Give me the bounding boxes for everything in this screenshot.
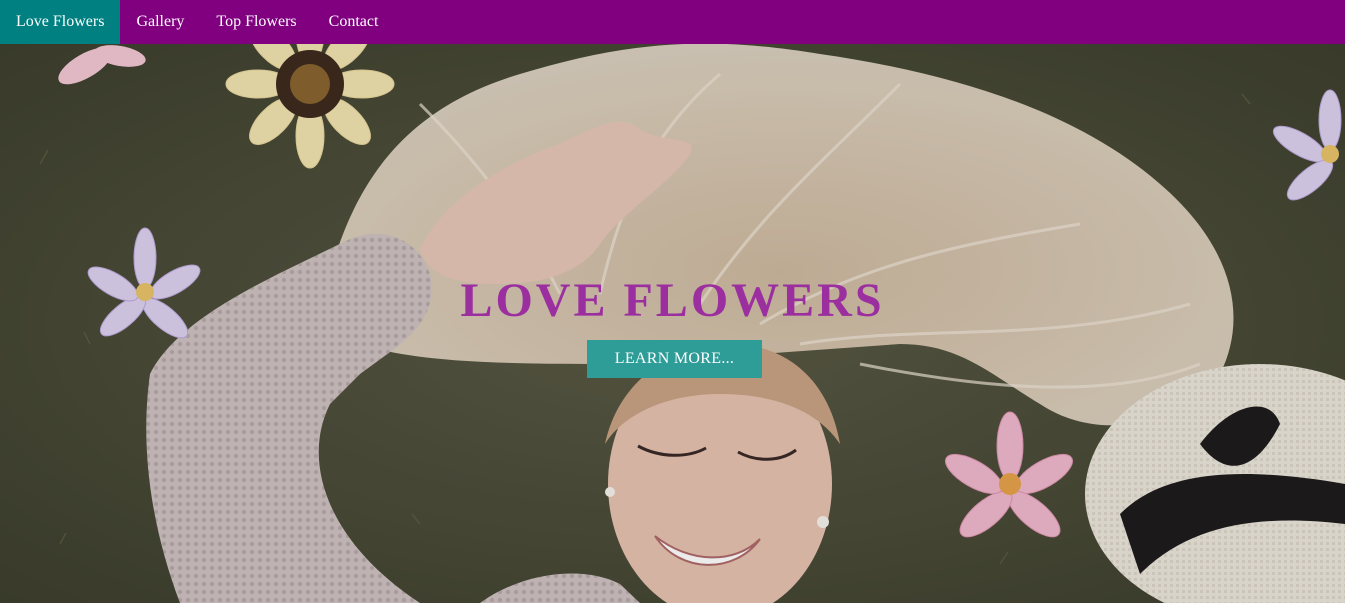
nav-item-label: Contact — [328, 13, 379, 30]
top-navbar: Love Flowers Gallery Top Flowers Contact — [0, 0, 1345, 44]
nav-item-label: Love Flowers — [16, 13, 105, 30]
nav-item-love-flowers[interactable]: Love Flowers — [0, 0, 121, 44]
nav-item-top-flowers[interactable]: Top Flowers — [200, 0, 312, 44]
hero-section: LOVE FLOWERS LEARN MORE... — [0, 44, 1345, 603]
hero-title: LOVE FLOWERS — [460, 274, 885, 327]
nav-item-gallery[interactable]: Gallery — [120, 0, 200, 44]
learn-more-button[interactable]: LEARN MORE... — [587, 340, 762, 378]
nav-item-contact[interactable]: Contact — [313, 0, 395, 44]
nav-item-label: Top Flowers — [216, 13, 297, 30]
nav-item-label: Gallery — [136, 13, 185, 30]
